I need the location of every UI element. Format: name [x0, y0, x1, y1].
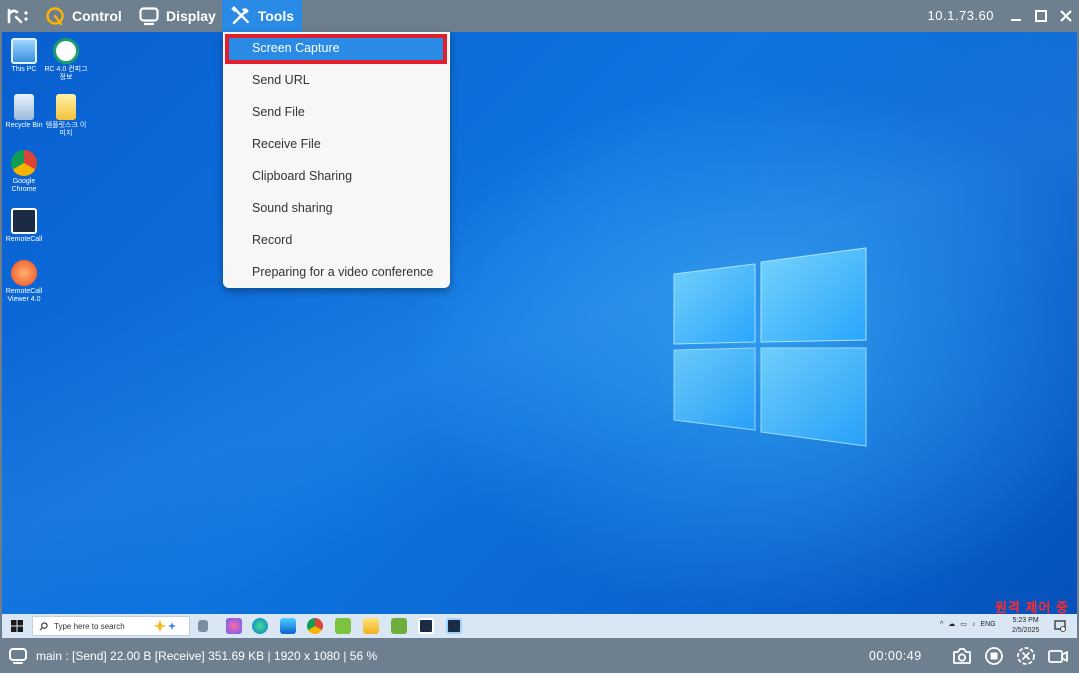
chrome-taskbar-icon[interactable]	[307, 618, 323, 634]
menu-item-video-conference[interactable]: Preparing for a video conference	[223, 256, 450, 288]
remotecall-taskbar-icon-2[interactable]	[446, 618, 462, 634]
windows-logo-wallpaper	[673, 247, 867, 447]
remote-desktop-view[interactable]: This PC RC 4.0 컨피그 정보 Recycle Bin 템플릿스크 …	[2, 32, 1077, 638]
copilot-app-icon[interactable]	[226, 618, 242, 634]
desktop-icon-label: RC 4.0 컨피그 정보	[44, 66, 88, 81]
connection-status-text: main : [Send] 22.00 B [Receive] 351.69 K…	[36, 649, 378, 663]
desktop-icon-this-pc[interactable]: This PC	[2, 38, 46, 74]
monitor-icon	[139, 7, 159, 26]
app-logo-icon	[7, 8, 28, 24]
desktop-icon-label: RemoteCall	[5, 236, 43, 243]
pdf-icon	[53, 38, 79, 64]
desktop-icon-rc-config[interactable]: RC 4.0 컨피그 정보	[44, 38, 88, 82]
app-taskbar-icon-2[interactable]	[391, 618, 407, 634]
menu-item-screen-capture[interactable]: Screen Capture	[225, 34, 447, 64]
copilot-sparkle-icon[interactable]	[152, 618, 182, 634]
clock-date: 2/5/2025	[1012, 627, 1040, 634]
taskbar-clock[interactable]: 5:23 PM 2/5/2025	[1012, 616, 1039, 636]
file-explorer-icon[interactable]	[363, 618, 379, 634]
cloud-icon[interactable]: ☁	[948, 620, 955, 628]
close-button[interactable]	[1056, 6, 1076, 26]
remotecall-taskbar-icon[interactable]	[418, 618, 434, 634]
windows-start-icon[interactable]	[10, 619, 24, 633]
desktop-icon-label: Google Chrome	[11, 178, 37, 193]
menu-display-label: Display	[166, 8, 216, 24]
session-timer: 00:00:49	[869, 649, 922, 663]
minimize-icon	[1011, 19, 1021, 21]
remote-taskbar: Type here to search ^ ☁ ▭ ♪ ENG 5:23 PM …	[2, 614, 1077, 638]
chevron-up-icon[interactable]: ^	[940, 621, 943, 628]
maximize-icon	[1035, 10, 1047, 22]
chrome-icon	[11, 150, 37, 176]
stop-record-icon[interactable]	[983, 646, 1005, 666]
remotecall-icon	[11, 208, 37, 234]
notification-icon[interactable]	[1054, 620, 1066, 632]
store-app-icon[interactable]	[280, 618, 296, 634]
desktop-icon-remotecall-viewer[interactable]: RemoteCall Viewer 4.0	[2, 260, 46, 304]
remote-control-icon	[46, 7, 64, 26]
tools-dropdown-menu: Screen Capture Send URL Send File Receiv…	[223, 32, 450, 288]
menu-item-receive-file[interactable]: Receive File	[223, 128, 450, 160]
desktop-icon-recycle-bin[interactable]: Recycle Bin	[2, 94, 46, 130]
menu-tools-label: Tools	[257, 8, 294, 24]
desktop-icon-label: This PC	[11, 66, 37, 73]
task-view-icon[interactable]	[198, 620, 208, 632]
menu-item-send-url[interactable]: Send URL	[223, 64, 450, 96]
volume-icon[interactable]: ♪	[972, 621, 976, 628]
disconnect-icon[interactable]	[1015, 646, 1037, 666]
edge-icon[interactable]	[252, 618, 268, 634]
menu-tools[interactable]: Tools	[222, 0, 302, 32]
computer-icon	[11, 38, 37, 64]
desktop-icon-chrome[interactable]: Google Chrome	[2, 150, 46, 194]
menu-control[interactable]: Control	[36, 0, 130, 32]
menu-item-clipboard-sharing[interactable]: Clipboard Sharing	[223, 160, 450, 192]
desktop-icon-label: 템플릿스크 이미지	[45, 122, 87, 137]
status-bar: main : [Send] 22.00 B [Receive] 351.69 K…	[0, 638, 1079, 673]
app-taskbar-icon[interactable]	[335, 618, 351, 634]
network-icon[interactable]: ▭	[960, 620, 967, 628]
menu-display[interactable]: Display	[130, 0, 224, 32]
wallpaper-light-beam	[2, 32, 1077, 638]
ip-address: 10.1.73.60	[927, 8, 994, 23]
menu-item-sound-sharing[interactable]: Sound sharing	[223, 192, 450, 224]
taskbar-search-placeholder: Type here to search	[54, 621, 125, 631]
system-tray: ^ ☁ ▭ ♪ ENG	[940, 620, 996, 629]
menu-item-record[interactable]: Record	[223, 224, 450, 256]
desktop-icon-folder[interactable]: 템플릿스크 이미지	[44, 94, 88, 138]
video-camera-icon[interactable]	[1047, 646, 1069, 666]
recycle-bin-icon	[14, 94, 34, 120]
maximize-button[interactable]	[1031, 6, 1051, 26]
desktop-icon-label: Recycle Bin	[5, 122, 43, 129]
monitor-icon[interactable]	[8, 646, 28, 666]
close-icon	[1060, 10, 1072, 22]
minimize-button[interactable]	[1006, 6, 1026, 26]
desktop-icon-remotecall[interactable]: RemoteCall	[2, 208, 46, 244]
camera-icon[interactable]	[951, 646, 973, 666]
menu-item-send-file[interactable]: Send File	[223, 96, 450, 128]
menu-control-label: Control	[72, 8, 122, 24]
input-language[interactable]: ENG	[980, 621, 995, 628]
remotecall-viewer-icon	[11, 260, 37, 286]
tools-icon	[231, 5, 249, 25]
folder-icon	[56, 94, 76, 120]
clock-time: 5:23 PM	[1012, 617, 1039, 624]
title-bar: Control Display Tools 10.1.73.60	[0, 0, 1079, 32]
desktop-icon-label: RemoteCall Viewer 4.0	[5, 288, 43, 303]
search-icon	[39, 621, 48, 630]
